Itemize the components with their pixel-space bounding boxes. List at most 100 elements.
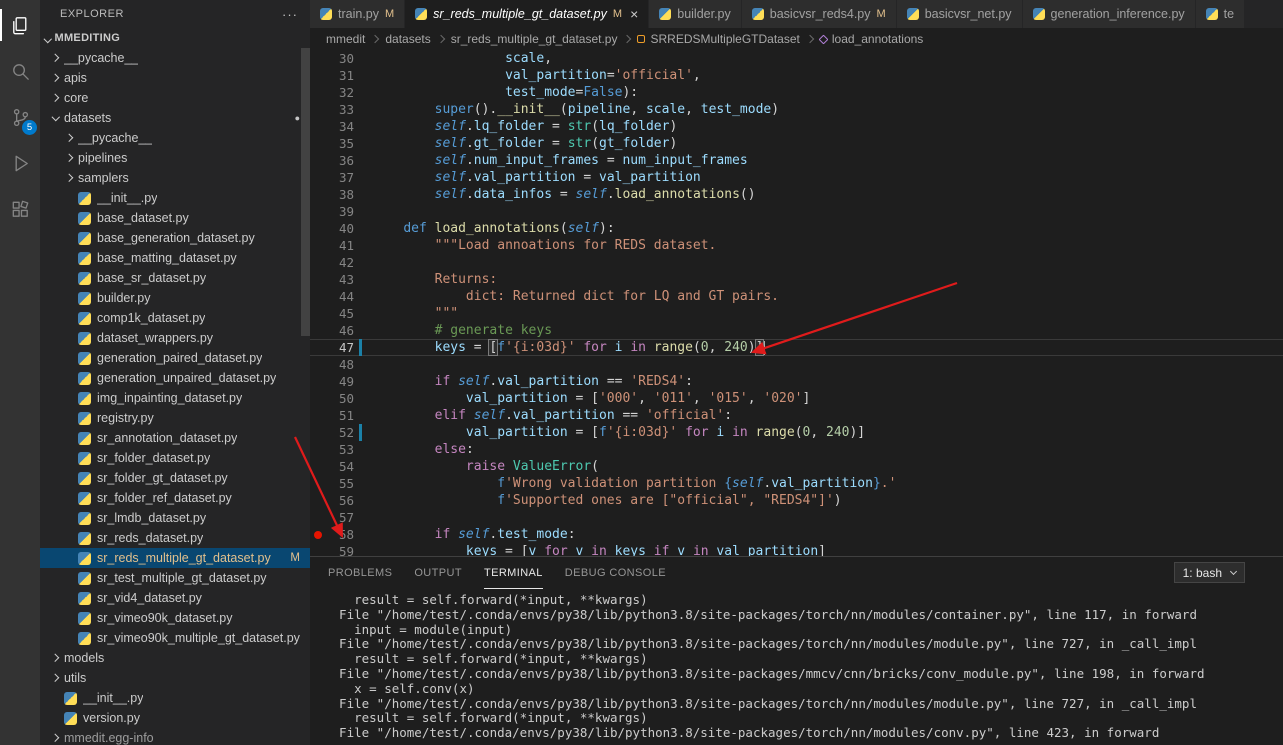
code-line: 57 bbox=[310, 509, 1283, 526]
editor-tab[interactable]: sr_reds_multiple_gt_dataset.py M × bbox=[405, 0, 650, 28]
tree-item-label: __init__.py bbox=[97, 191, 158, 205]
terminal-line: x = self.conv(x) bbox=[324, 680, 475, 696]
tree-item[interactable]: registry.py bbox=[40, 408, 310, 428]
tree-item[interactable]: __pycache__ bbox=[40, 128, 310, 148]
tree-item[interactable]: dataset_wrappers.py bbox=[40, 328, 310, 348]
tree-item[interactable]: pipelines bbox=[40, 148, 310, 168]
tree-item[interactable]: sr_folder_gt_dataset.py bbox=[40, 468, 310, 488]
git-modified-badge: M bbox=[876, 8, 886, 20]
tree-item[interactable]: utils bbox=[40, 668, 310, 688]
run-debug-icon[interactable] bbox=[0, 140, 40, 186]
tree-item[interactable]: builder.py bbox=[40, 288, 310, 308]
breadcrumb-item[interactable]: SRREDSMultipleGTDataset bbox=[637, 32, 800, 46]
source-control-icon[interactable]: 5 bbox=[0, 94, 40, 140]
tab-label: basicvsr_reds4.py bbox=[769, 7, 871, 21]
code-line: 43 Returns: bbox=[310, 271, 1283, 288]
line-number: 43 bbox=[338, 272, 354, 287]
tree-item[interactable]: version.py bbox=[40, 708, 310, 728]
extensions-icon[interactable] bbox=[0, 186, 40, 232]
tree-item-label: core bbox=[64, 91, 89, 105]
chevron-icon bbox=[48, 55, 64, 61]
tree-item[interactable]: sr_annotation_dataset.py bbox=[40, 428, 310, 448]
code-line: 37 self.val_partition = val_partition bbox=[310, 169, 1283, 186]
terminal-line: result = self.forward(*input, **kwargs) bbox=[324, 651, 648, 667]
tree-item[interactable]: sr_reds_dataset.py bbox=[40, 528, 310, 548]
tree-item[interactable]: base_matting_dataset.py bbox=[40, 248, 310, 268]
tree-item[interactable]: models bbox=[40, 648, 310, 668]
editor-tab[interactable]: generation_inference.py bbox=[1022, 0, 1196, 28]
gutter: 59 bbox=[310, 543, 362, 556]
git-modified-badge: ● bbox=[294, 113, 300, 123]
tree-item[interactable]: base_sr_dataset.py bbox=[40, 268, 310, 288]
explorer-section-mmediting[interactable]: MMEDITING bbox=[40, 28, 310, 48]
code-line: 49 if self.val_partition == 'REDS4': bbox=[310, 373, 1283, 390]
tree-item[interactable]: sr_folder_dataset.py bbox=[40, 448, 310, 468]
line-number: 44 bbox=[338, 289, 354, 304]
tree-item[interactable]: samplers bbox=[40, 168, 310, 188]
more-actions-icon[interactable]: ··· bbox=[282, 7, 298, 22]
code-editor[interactable]: 30 scale, 31 val_partition='official', 32 … bbox=[310, 50, 1283, 556]
editor-tab[interactable]: train.py M bbox=[310, 0, 406, 28]
tree-item[interactable]: __init__.py bbox=[40, 188, 310, 208]
tree-item-label: __pycache__ bbox=[78, 131, 153, 145]
tree-item[interactable]: sr_vimeo90k_dataset.py bbox=[40, 608, 310, 628]
tree-item[interactable]: sr_vid4_dataset.py bbox=[40, 588, 310, 608]
gutter: 33 bbox=[310, 101, 362, 118]
code-text: def load_annotations(self): bbox=[403, 221, 615, 236]
chevron-down-icon bbox=[45, 32, 51, 44]
tree-item[interactable]: sr_lmdb_dataset.py bbox=[40, 508, 310, 528]
terminal-line: File "/home/test/.conda/envs/py38/lib/py… bbox=[324, 695, 1197, 711]
tree-item[interactable]: img_inpainting_dataset.py bbox=[40, 388, 310, 408]
editor-group: train.py Msr_reds_multiple_gt_dataset.py M… bbox=[310, 0, 1283, 745]
python-file-icon bbox=[78, 231, 91, 245]
editor-tab[interactable]: basicvsr_net.py bbox=[896, 0, 1023, 28]
tree-item[interactable]: __init__.py bbox=[40, 688, 310, 708]
terminal-shell-select[interactable]: 1: bash bbox=[1173, 562, 1245, 583]
code-text: self.data_infos = self.load_annotations(… bbox=[434, 187, 756, 202]
code-text: keys = [v for v in keys if v in val_part… bbox=[465, 544, 826, 556]
panel-tab-problems[interactable]: PROBLEMS bbox=[328, 557, 392, 589]
tree-item[interactable]: sr_folder_ref_dataset.py bbox=[40, 488, 310, 508]
breadcrumb-item[interactable]: load_annotations bbox=[818, 32, 923, 46]
tree-item[interactable]: core bbox=[40, 88, 310, 108]
tree-item[interactable]: comp1k_dataset.py bbox=[40, 308, 310, 328]
tree-item[interactable]: mmedit.egg-info bbox=[40, 728, 310, 745]
terminal-output[interactable]: result = self.forward(*input, **kwargs) … bbox=[310, 593, 1283, 745]
tree-item-label: base_matting_dataset.py bbox=[97, 251, 237, 265]
python-file-icon bbox=[78, 551, 91, 565]
breadcrumb-item[interactable]: datasets bbox=[385, 32, 430, 46]
tree-item[interactable]: base_dataset.py bbox=[40, 208, 310, 228]
sidebar-scrollbar[interactable] bbox=[301, 48, 310, 336]
python-file-icon bbox=[320, 8, 332, 20]
code-text: super().__init__(pipeline, scale, test_m… bbox=[434, 102, 780, 117]
editor-tab[interactable]: builder.py bbox=[649, 0, 742, 28]
tree-item[interactable]: datasets ● bbox=[40, 108, 310, 128]
tree-item[interactable]: __pycache__ bbox=[40, 48, 310, 68]
editor-tab[interactable]: basicvsr_reds4.py M bbox=[741, 0, 897, 28]
explorer-icon[interactable] bbox=[0, 2, 40, 48]
tree-item-label: sr_annotation_dataset.py bbox=[97, 431, 238, 445]
tree-item[interactable]: sr_vimeo90k_multiple_gt_dataset.py bbox=[40, 628, 310, 648]
close-icon[interactable]: × bbox=[630, 7, 638, 21]
breadcrumb-item[interactable]: sr_reds_multiple_gt_dataset.py bbox=[451, 32, 618, 46]
search-icon[interactable] bbox=[0, 48, 40, 94]
tree-item[interactable]: base_generation_dataset.py bbox=[40, 228, 310, 248]
editor-tab[interactable]: te bbox=[1195, 0, 1246, 28]
tree-item-label: sr_vid4_dataset.py bbox=[97, 591, 202, 605]
panel-tab-terminal[interactable]: TERMINAL bbox=[483, 557, 543, 589]
breadcrumb-item[interactable]: mmedit bbox=[326, 32, 365, 46]
panel-tab-debug-console[interactable]: DEBUG CONSOLE bbox=[565, 557, 666, 589]
tree-item[interactable]: generation_unpaired_dataset.py bbox=[40, 368, 310, 388]
python-file-icon bbox=[78, 511, 91, 525]
tree-item[interactable]: sr_test_multiple_gt_dataset.py bbox=[40, 568, 310, 588]
code-line: 55 f'Wrong validation partition {self.va… bbox=[310, 475, 1283, 492]
breakpoint-icon[interactable] bbox=[310, 531, 325, 539]
line-number: 58 bbox=[338, 527, 354, 542]
tree-item[interactable]: generation_paired_dataset.py bbox=[40, 348, 310, 368]
code-line: 47 keys = [f'{i:03d}' for i in range(0, … bbox=[310, 339, 1283, 356]
panel-tab-output[interactable]: OUTPUT bbox=[414, 557, 462, 589]
python-file-icon bbox=[78, 411, 91, 425]
tree-item[interactable]: apis bbox=[40, 68, 310, 88]
tree-item[interactable]: sr_reds_multiple_gt_dataset.py M bbox=[40, 548, 310, 568]
